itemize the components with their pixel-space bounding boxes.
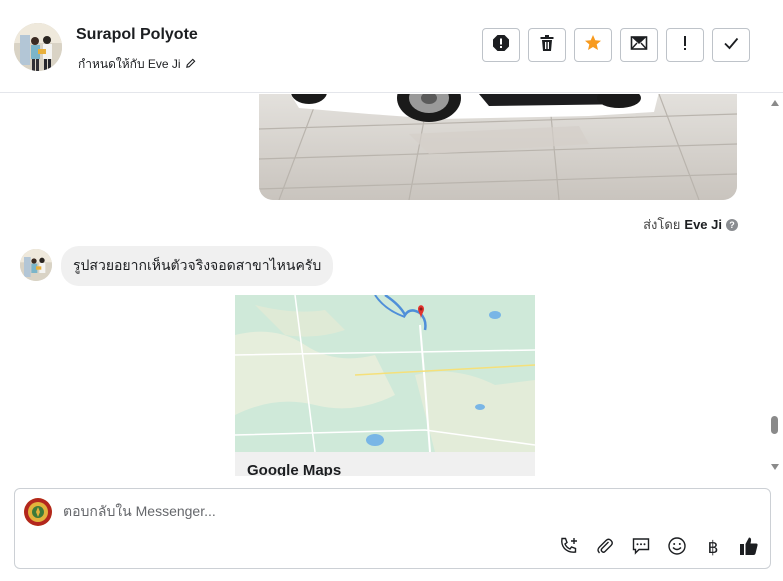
saved-reply-icon	[631, 536, 651, 561]
spam-alert-icon	[492, 34, 510, 57]
sent-by-name: Eve Ji	[684, 217, 722, 232]
follow-up-icon	[676, 34, 694, 57]
header-actions	[482, 28, 750, 62]
like-button[interactable]	[738, 537, 760, 559]
emoji-icon	[667, 536, 687, 561]
trash-icon	[538, 34, 556, 57]
contact-avatar[interactable]	[14, 23, 62, 71]
emoji-button[interactable]	[666, 536, 688, 561]
message-thread: ส่งโดย Eve Ji ? รูปสวยอยากเห็นตัวจริงจอด…	[0, 94, 767, 476]
reply-composer: ฿	[14, 488, 771, 569]
done-check-icon	[722, 34, 740, 57]
thumbs-up-icon	[739, 536, 759, 561]
customer-message-bubble[interactable]: รูปสวยอยากเห็นตัวจริงจอดสาขาไหนครับ	[61, 246, 334, 286]
map-attachment[interactable]: Google Maps	[235, 295, 535, 476]
follow-up-button[interactable]	[666, 28, 704, 62]
baht-icon: ฿	[707, 538, 719, 558]
saved-replies-button[interactable]	[630, 537, 652, 559]
call-button[interactable]	[558, 537, 580, 559]
map-image	[235, 295, 535, 453]
sent-by-row: ส่งโดย Eve Ji ?	[643, 214, 738, 235]
scroll-up-arrow[interactable]	[771, 100, 779, 106]
sent-car-photo[interactable]	[259, 94, 737, 200]
assignee-label: กำหนดให้กับ Eve Ji	[78, 57, 181, 71]
mark-unread-button[interactable]	[620, 28, 658, 62]
pencil-icon[interactable]	[185, 58, 196, 72]
conversation-header: Surapol Polyote กำหนดให้กับ Eve Ji	[0, 0, 783, 93]
paperclip-icon	[595, 536, 615, 561]
scroll-thumb[interactable]	[771, 416, 778, 434]
payment-button[interactable]: ฿	[702, 537, 724, 559]
composer-tools: ฿	[558, 536, 760, 561]
mark-unread-icon	[630, 34, 648, 57]
spam-alert-button[interactable]	[482, 28, 520, 62]
sent-by-label: ส่งโดย	[643, 217, 681, 232]
scroll-down-arrow[interactable]	[771, 464, 779, 470]
assignee-row[interactable]: กำหนดให้กับ Eve Ji	[78, 55, 196, 74]
delete-button[interactable]	[528, 28, 566, 62]
star-icon	[584, 34, 602, 57]
customer-avatar[interactable]	[20, 249, 52, 281]
mark-done-button[interactable]	[712, 28, 750, 62]
reply-input[interactable]	[63, 503, 663, 519]
map-caption[interactable]: Google Maps	[235, 452, 535, 476]
page-avatar	[24, 498, 52, 526]
star-button[interactable]	[574, 28, 612, 62]
thread-scrollbar[interactable]	[767, 94, 783, 476]
phone-plus-icon	[559, 536, 579, 561]
help-icon[interactable]: ?	[726, 218, 738, 231]
contact-name[interactable]: Surapol Polyote	[76, 26, 198, 44]
attach-button[interactable]	[594, 537, 616, 559]
